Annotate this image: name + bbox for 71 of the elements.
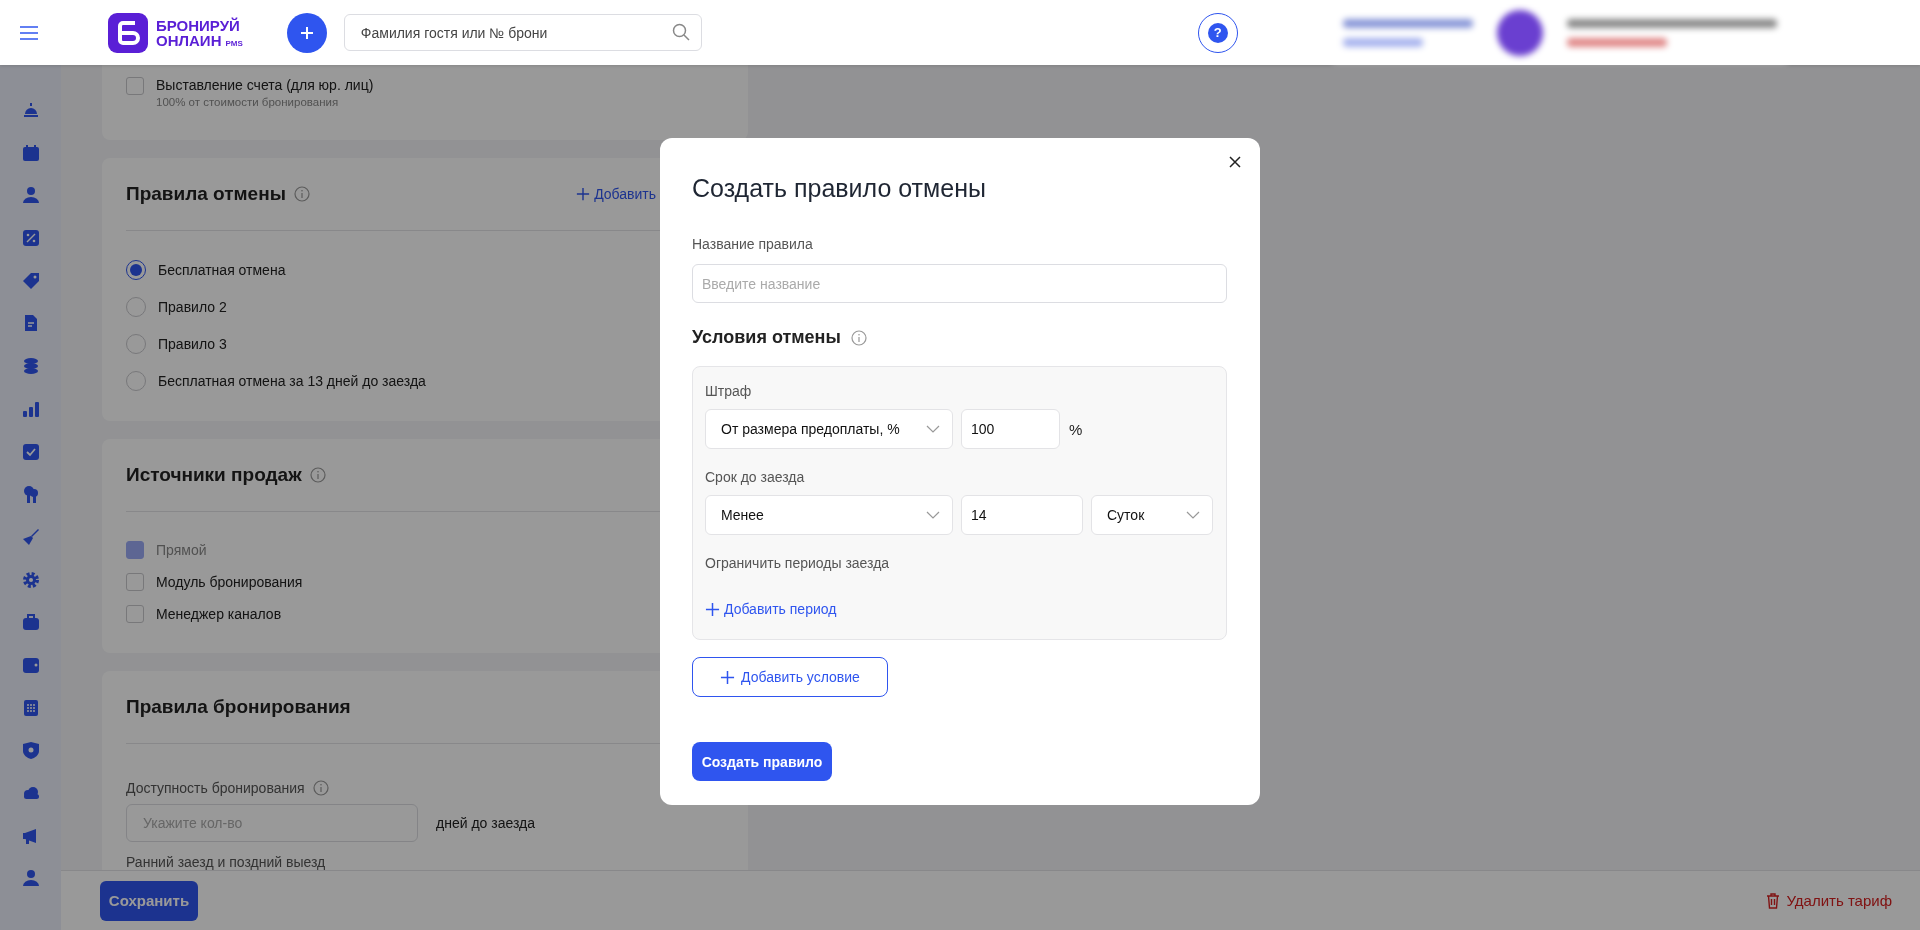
checkbox[interactable] bbox=[126, 77, 144, 95]
shield-icon[interactable] bbox=[20, 740, 41, 761]
dialog-title: Создать правило отмены bbox=[692, 174, 986, 203]
section-title: Источники продаж bbox=[126, 464, 302, 486]
dropdown[interactable]: Суток bbox=[1091, 495, 1213, 535]
user-icon[interactable] bbox=[20, 185, 41, 206]
radio-button[interactable] bbox=[126, 260, 146, 280]
input-field[interactable]: Введите название bbox=[692, 264, 1227, 303]
field-label: Доступность бронирования bbox=[126, 780, 305, 796]
checkbox[interactable] bbox=[126, 573, 144, 591]
section-title: Правила бронирования bbox=[126, 696, 351, 718]
field-label: Ранний заезд и поздний выезд bbox=[126, 854, 327, 870]
radio-button[interactable] bbox=[126, 334, 146, 354]
chevron-down-icon bbox=[926, 425, 940, 433]
save-button[interactable]: Сохранить bbox=[100, 880, 198, 921]
checkbox-label: Модуль бронирования bbox=[156, 574, 303, 590]
info-icon bbox=[850, 329, 867, 346]
section-title: Условия отмены bbox=[692, 327, 841, 348]
add-condition-button[interactable]: Добавить условие bbox=[692, 657, 888, 697]
user-icon[interactable] bbox=[20, 868, 41, 889]
unit-label: % bbox=[1069, 420, 1083, 438]
plus-icon bbox=[298, 24, 315, 41]
section-title: Правила отмены bbox=[126, 183, 286, 205]
info-icon bbox=[312, 780, 329, 796]
plus-icon bbox=[576, 187, 591, 201]
field-label: Название правила bbox=[692, 236, 814, 252]
add-button[interactable] bbox=[286, 12, 327, 53]
logo-icon bbox=[108, 12, 148, 53]
briefcase-icon[interactable] bbox=[20, 612, 41, 633]
checkbox-icon[interactable] bbox=[20, 441, 41, 462]
info-icon bbox=[309, 467, 326, 483]
dropdown[interactable]: От размера предоплаты, % bbox=[705, 409, 953, 449]
radio-label: Бесплатная отмена за 13 дней до заезда bbox=[158, 373, 426, 389]
create-rule-button[interactable]: Создать правило bbox=[692, 742, 832, 781]
radio-button[interactable] bbox=[126, 297, 146, 317]
logo-text: БРОНИРУЙ bbox=[156, 17, 241, 33]
add-link[interactable]: Добавить bbox=[576, 186, 656, 202]
dropdown[interactable]: Менее bbox=[705, 495, 953, 535]
radio-label: Бесплатная отмена bbox=[158, 262, 286, 278]
radio-label: Правило 3 bbox=[158, 336, 227, 352]
info-icon bbox=[293, 186, 310, 202]
logo-text: ОНЛАИН bbox=[156, 32, 222, 48]
chevron-down-icon bbox=[1186, 511, 1200, 519]
field-label: Штраф bbox=[705, 383, 753, 399]
add-period-link[interactable]: Добавить период bbox=[705, 601, 837, 617]
chevron-down-icon bbox=[926, 511, 940, 519]
close-icon bbox=[1229, 156, 1241, 168]
option-note: 100% от стоимости бронирования bbox=[156, 96, 340, 108]
checkbox-label: Прямой bbox=[156, 542, 207, 558]
field-label: Ограничить периоды заезда bbox=[705, 555, 891, 571]
checkbox[interactable] bbox=[126, 605, 144, 623]
search-field[interactable]: Фамилия гостя или № брони bbox=[343, 14, 702, 51]
help-button[interactable]: ? bbox=[1197, 12, 1238, 53]
radio-button[interactable] bbox=[126, 371, 146, 391]
field-label: Срок до заезда bbox=[705, 469, 806, 485]
menu-icon[interactable] bbox=[20, 25, 38, 40]
logo-suffix: PMS bbox=[225, 38, 243, 48]
checkbox-label: Выставление счета (для юр. лиц) bbox=[156, 77, 374, 93]
calendar-icon[interactable] bbox=[20, 142, 41, 163]
search-icon bbox=[671, 23, 690, 41]
input-field[interactable]: 100 bbox=[961, 409, 1060, 449]
checkbox-label: Менеджер каналов bbox=[156, 606, 282, 622]
input-field[interactable]: 14 bbox=[961, 495, 1083, 535]
trash-icon bbox=[1766, 892, 1781, 909]
field-suffix: дней до заезда bbox=[436, 815, 535, 831]
plus-icon bbox=[720, 669, 736, 685]
delete-link[interactable]: Удалить тариф bbox=[1766, 892, 1892, 909]
radio-label: Правило 2 bbox=[158, 299, 227, 315]
plus-icon bbox=[705, 601, 720, 617]
settings-icon[interactable] bbox=[20, 569, 41, 590]
percent-icon[interactable] bbox=[20, 228, 41, 249]
